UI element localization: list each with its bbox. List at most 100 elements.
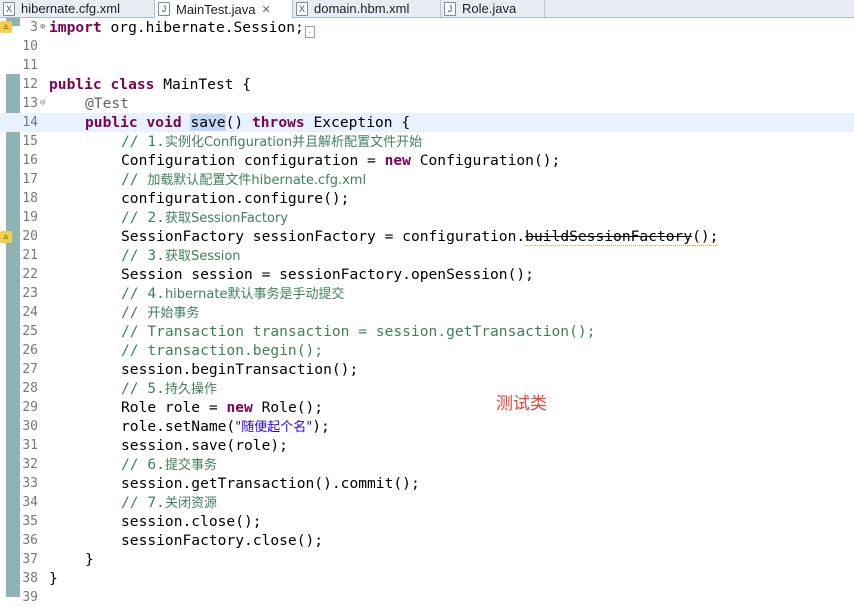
code-text: @Test	[85, 95, 129, 112]
code-line: ⚠ 3 ⊕ import org.hibernate.Session;.	[0, 18, 854, 38]
line-number: 21	[22, 248, 38, 263]
line-number: 15	[22, 134, 38, 149]
line-number: 11	[22, 58, 38, 73]
code-comment: // Transaction transaction = session.get…	[121, 323, 596, 340]
code-text: public class MainTest {	[49, 76, 252, 93]
code-comment: // 加载默认配置文件hibernate.cfg.xml	[121, 171, 367, 188]
line-number: 36	[22, 533, 38, 548]
code-line: 19 // 2.获取SessionFactory	[0, 208, 854, 227]
code-line: 23 // 4.hibernate默认事务是手动提交	[0, 284, 854, 303]
code-line: 32 // 6.提交事务	[0, 455, 854, 474]
line-number: 29	[22, 400, 38, 415]
deprecated-method: buildSessionFactory	[525, 228, 693, 246]
code-line: 13 ⊖ @Test	[0, 94, 854, 113]
code-comment: // transaction.begin();	[121, 342, 324, 359]
line-number: 13	[22, 96, 38, 111]
code-text: role.setName("随便起个名");	[121, 418, 330, 435]
line-number: 18	[22, 191, 38, 206]
deprecation-warning-icon[interactable]: ⚠	[0, 231, 12, 243]
close-icon[interactable]: ✕	[261, 3, 270, 16]
code-comment: // 6.提交事务	[121, 456, 217, 473]
line-number: 20	[22, 229, 38, 244]
xml-file-icon: X	[296, 1, 308, 16]
code-line: 31 session.save(role);	[0, 436, 854, 455]
tab-hibernate-cfg-xml[interactable]: X hibernate.cfg.xml	[0, 0, 155, 17]
line-number: 26	[22, 343, 38, 358]
line-number: 35	[22, 514, 38, 529]
code-line: 34 // 7.关闭资源	[0, 493, 854, 512]
code-line: ⚠ 20 SessionFactory sessionFactory = con…	[0, 227, 854, 246]
code-line: 10	[0, 37, 854, 56]
editor-tab-bar: X hibernate.cfg.xml J MainTest.java ✕ X …	[0, 0, 854, 18]
code-text: session.getTransaction().commit();	[121, 475, 420, 492]
code-line: 21 // 3.获取Session	[0, 246, 854, 265]
line-number: 10	[22, 39, 38, 54]
code-text: session.close();	[121, 513, 262, 530]
selected-method-name: save	[190, 114, 226, 131]
code-comment: // 1.实例化Configuration并且解析配置文件开始	[121, 133, 423, 150]
code-line: 27 session.beginTransaction();	[0, 360, 854, 379]
line-number: 27	[22, 362, 38, 377]
code-line: 36 sessionFactory.close();	[0, 531, 854, 550]
code-line: 35 session.close();	[0, 512, 854, 531]
line-number: 38	[22, 571, 38, 586]
code-text: public void save() throws Exception {	[85, 114, 411, 131]
tab-label: domain.hbm.xml	[314, 1, 410, 16]
code-line: 11	[0, 56, 854, 75]
code-line: 25 // Transaction transaction = session.…	[0, 322, 854, 341]
line-number: 28	[22, 381, 38, 396]
code-text: }	[49, 570, 58, 587]
code-text: configuration.configure();	[121, 190, 350, 207]
code-line: 39	[0, 588, 854, 607]
code-text: SessionFactory sessionFactory = configur…	[121, 228, 719, 246]
tab-maintest-java[interactable]: J MainTest.java ✕	[155, 0, 293, 18]
code-line: 22 Session session = sessionFactory.open…	[0, 265, 854, 284]
code-comment: // 3.获取Session	[121, 247, 241, 264]
code-text: Session session = sessionFactory.openSes…	[121, 266, 534, 283]
line-number: 22	[22, 267, 38, 282]
warning-icon: ⚠	[0, 21, 12, 33]
line-number: 17	[22, 172, 38, 187]
code-text: }	[85, 551, 94, 568]
line-number: 12	[22, 77, 38, 92]
code-comment: // 4.hibernate默认事务是手动提交	[121, 285, 345, 302]
line-number: 19	[22, 210, 38, 225]
code-line: 18 configuration.configure();	[0, 189, 854, 208]
line-number: 24	[22, 305, 38, 320]
tab-label: MainTest.java	[176, 1, 256, 17]
code-comment: // 5.持久操作	[121, 380, 217, 397]
tab-domain-hbm-xml[interactable]: X domain.hbm.xml	[293, 0, 441, 17]
code-line: 24 // 开始事务	[0, 303, 854, 322]
expand-fold-icon[interactable]: ⊕	[40, 18, 45, 37]
code-line: 33 session.getTransaction().commit();	[0, 474, 854, 493]
line-number: 25	[22, 324, 38, 339]
code-comment: // 2.获取SessionFactory	[121, 209, 289, 226]
code-line: 15 // 1.实例化Configuration并且解析配置文件开始	[0, 132, 854, 151]
code-line: 12 public class MainTest {	[0, 75, 854, 94]
code-comment: // 7.关闭资源	[121, 494, 217, 511]
tab-label: Role.java	[462, 1, 517, 16]
line-number: 23	[22, 286, 38, 301]
line-number: 31	[22, 438, 38, 453]
code-line: 17 // 加载默认配置文件hibernate.cfg.xml	[0, 170, 854, 189]
code-line: 16 Configuration configuration = new Con…	[0, 151, 854, 170]
code-text: sessionFactory.close();	[121, 532, 324, 549]
code-text: import org.hibernate.Session;.	[49, 18, 315, 38]
code-text: Role role = new Role();	[121, 399, 324, 416]
test-class-annotation-note: 测试类	[496, 394, 547, 414]
line-number: 16	[22, 153, 38, 168]
line-number: 37	[22, 552, 38, 567]
java-file-icon: J	[158, 2, 170, 16]
code-line: 38 }	[0, 569, 854, 588]
code-line: 37 }	[0, 550, 854, 569]
tab-role-java[interactable]: J Role.java	[441, 0, 545, 17]
line-number: 32	[22, 457, 38, 472]
line-number: 39	[22, 590, 38, 605]
line-number: 33	[22, 476, 38, 491]
code-line: 26 // transaction.begin();	[0, 341, 854, 360]
code-text: session.save(role);	[121, 437, 288, 454]
collapse-fold-icon[interactable]: ⊖	[40, 94, 45, 113]
java-file-icon: J	[444, 1, 456, 16]
line-number: 14	[22, 115, 38, 130]
tab-label: hibernate.cfg.xml	[21, 1, 120, 16]
